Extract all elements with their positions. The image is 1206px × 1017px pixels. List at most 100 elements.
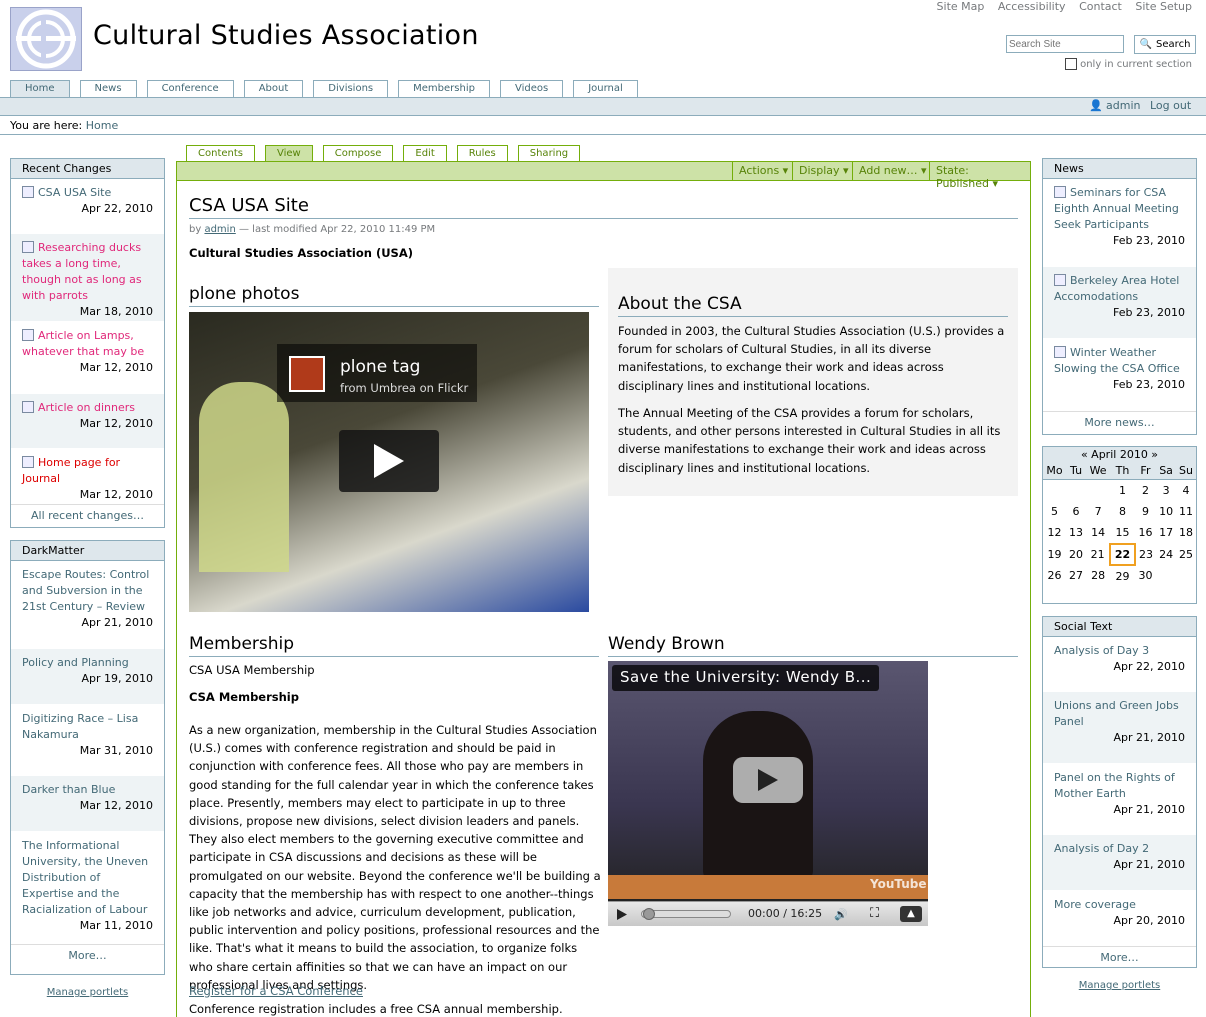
tab-videos[interactable]: Videos — [499, 80, 564, 97]
only-current-checkbox[interactable] — [1065, 58, 1078, 70]
tab-compose[interactable]: Compose — [322, 145, 394, 161]
fullscreen-icon[interactable]: ⛶ — [870, 906, 879, 921]
calendar-day[interactable]: 30 — [1135, 565, 1156, 587]
tab-conference[interactable]: Conference — [146, 80, 234, 97]
calendar-today[interactable]: 22 — [1109, 542, 1136, 566]
calendar-day[interactable]: 19 — [1043, 544, 1066, 566]
darkmatter-link[interactable]: Escape Routes: Control and Subversion in… — [22, 568, 149, 613]
play-control-icon[interactable] — [616, 908, 628, 921]
calendar-day[interactable]: 13 — [1066, 522, 1086, 544]
tab-rules[interactable]: Rules — [456, 145, 508, 161]
more-news-link[interactable]: More news… — [1043, 411, 1196, 433]
recent-link[interactable]: CSA USA Site — [38, 186, 111, 199]
tab-news[interactable]: News — [79, 80, 137, 97]
play-button[interactable] — [339, 430, 439, 492]
darkmatter-link[interactable]: The Informational University, the Uneven… — [22, 839, 148, 916]
flickr-video-player[interactable]: plone tag from Umbrea on Flickr — [189, 312, 589, 612]
play-button[interactable] — [733, 757, 803, 803]
logout-link[interactable]: Log out — [1150, 99, 1191, 112]
calendar-day[interactable]: 3 — [1156, 479, 1176, 501]
social-text-link[interactable]: Unions and Green Jobs Panel — [1054, 699, 1179, 728]
manage-portlets-left[interactable]: Manage portlets — [10, 987, 165, 998]
user-link[interactable]: admin — [1106, 99, 1140, 112]
recent-link[interactable]: Article on dinners — [38, 401, 135, 414]
site-map-link[interactable]: Site Map — [937, 0, 985, 13]
darkmatter-link[interactable]: Policy and Planning — [22, 656, 129, 669]
calendar-day[interactable]: 25 — [1176, 544, 1196, 566]
tab-home[interactable]: Home — [10, 80, 70, 97]
volume-icon[interactable]: 🔊 — [834, 908, 848, 921]
youtube-video-player[interactable]: Save the University: Wendy B... YouTube … — [608, 661, 928, 926]
calendar-day[interactable]: 24 — [1156, 544, 1176, 566]
manage-portlets-right[interactable]: Manage portlets — [1042, 980, 1197, 991]
tab-journal[interactable]: Journal — [573, 80, 638, 97]
calendar-day[interactable]: 18 — [1176, 522, 1196, 544]
calendar-day[interactable]: 6 — [1066, 501, 1086, 523]
calendar-day[interactable]: 1 — [1110, 479, 1135, 501]
tab-divisions[interactable]: Divisions — [313, 80, 389, 97]
tab-sharing[interactable]: Sharing — [517, 145, 581, 161]
accessibility-link[interactable]: Accessibility — [998, 0, 1066, 13]
calendar-day[interactable]: 17 — [1156, 522, 1176, 544]
calendar-day[interactable]: 10 — [1156, 501, 1176, 523]
tab-view[interactable]: View — [264, 145, 313, 161]
expand-icon[interactable]: ▲ — [900, 906, 922, 922]
calendar-day[interactable]: 15 — [1110, 522, 1135, 544]
calendar-day[interactable]: 26 — [1043, 565, 1066, 587]
item-date: Feb 23, 2010 — [1113, 306, 1185, 319]
calendar-day[interactable]: 20 — [1066, 544, 1086, 566]
site-title[interactable]: Cultural Studies Association — [93, 20, 479, 51]
news-link[interactable]: Berkeley Area Hotel Accomodations — [1054, 274, 1179, 303]
only-current-section[interactable]: only in current section — [1065, 58, 1192, 70]
social-text-link[interactable]: More coverage — [1054, 898, 1136, 911]
search-button[interactable]: 🔍 Search — [1134, 35, 1196, 54]
darkmatter-more-link[interactable]: More… — [11, 944, 164, 966]
tab-membership[interactable]: Membership — [398, 80, 490, 97]
calendar-day[interactable]: 9 — [1135, 501, 1156, 523]
calendar-day[interactable]: 12 — [1043, 522, 1066, 544]
display-menu[interactable]: Display ▾ — [792, 162, 855, 180]
social-text-link[interactable]: Panel on the Rights of Mother Earth — [1054, 771, 1175, 800]
social-text-link[interactable]: Analysis of Day 3 — [1054, 644, 1149, 657]
tab-about[interactable]: About — [243, 80, 304, 97]
seek-handle[interactable] — [643, 908, 655, 920]
calendar-day[interactable]: 5 — [1043, 501, 1066, 523]
tab-contents[interactable]: Contents — [186, 145, 255, 161]
calendar-day[interactable]: 2 — [1135, 479, 1156, 501]
author-link[interactable]: admin — [204, 224, 235, 235]
calendar-day[interactable]: 7 — [1086, 501, 1110, 523]
calendar-day[interactable]: 29 — [1110, 565, 1135, 587]
item-date: Mar 12, 2010 — [79, 417, 153, 430]
register-conference-link[interactable]: Register for a CSA Conference — [189, 984, 363, 998]
contact-link[interactable]: Contact — [1079, 0, 1122, 13]
calendar-day[interactable]: 21 — [1086, 544, 1110, 566]
site-logo[interactable] — [10, 7, 82, 71]
calendar-title[interactable]: « April 2010 » — [1081, 448, 1158, 461]
recent-link[interactable]: Article on Lamps, whatever that may be — [22, 329, 144, 358]
calendar-day[interactable]: 4 — [1176, 479, 1196, 501]
state-menu[interactable]: State: Published ▾ — [929, 162, 1030, 190]
recent-link[interactable]: Home page for Journal — [22, 456, 120, 485]
breadcrumb-home[interactable]: Home — [86, 119, 118, 132]
calendar-day[interactable]: 27 — [1066, 565, 1086, 587]
calendar-day[interactable]: 16 — [1135, 522, 1156, 544]
calendar-day[interactable]: 14 — [1086, 522, 1110, 544]
tab-edit[interactable]: Edit — [403, 145, 447, 161]
darkmatter-link[interactable]: Darker than Blue — [22, 783, 115, 796]
news-icon — [1054, 346, 1066, 358]
calendar-day[interactable]: 23 — [1135, 544, 1156, 566]
darkmatter-link[interactable]: Digitizing Race – Lisa Nakamura — [22, 712, 138, 741]
calendar-day[interactable]: 28 — [1086, 565, 1110, 587]
news-link[interactable]: Seminars for CSA Eighth Annual Meeting S… — [1054, 186, 1179, 231]
search-input[interactable] — [1006, 35, 1124, 53]
calendar-day[interactable]: 8 — [1110, 501, 1135, 523]
social-text-more-link[interactable]: More… — [1043, 946, 1196, 968]
all-recent-changes-link[interactable]: All recent changes… — [11, 504, 164, 526]
calendar-day[interactable]: 11 — [1176, 501, 1196, 523]
recent-link[interactable]: Researching ducks takes a long time, tho… — [22, 241, 142, 302]
actions-menu[interactable]: Actions ▾ — [732, 162, 794, 180]
site-setup-link[interactable]: Site Setup — [1135, 0, 1192, 13]
add-new-menu[interactable]: Add new… ▾ — [852, 162, 933, 180]
news-link[interactable]: Winter Weather Slowing the CSA Office — [1054, 346, 1180, 375]
social-text-link[interactable]: Analysis of Day 2 — [1054, 842, 1149, 855]
